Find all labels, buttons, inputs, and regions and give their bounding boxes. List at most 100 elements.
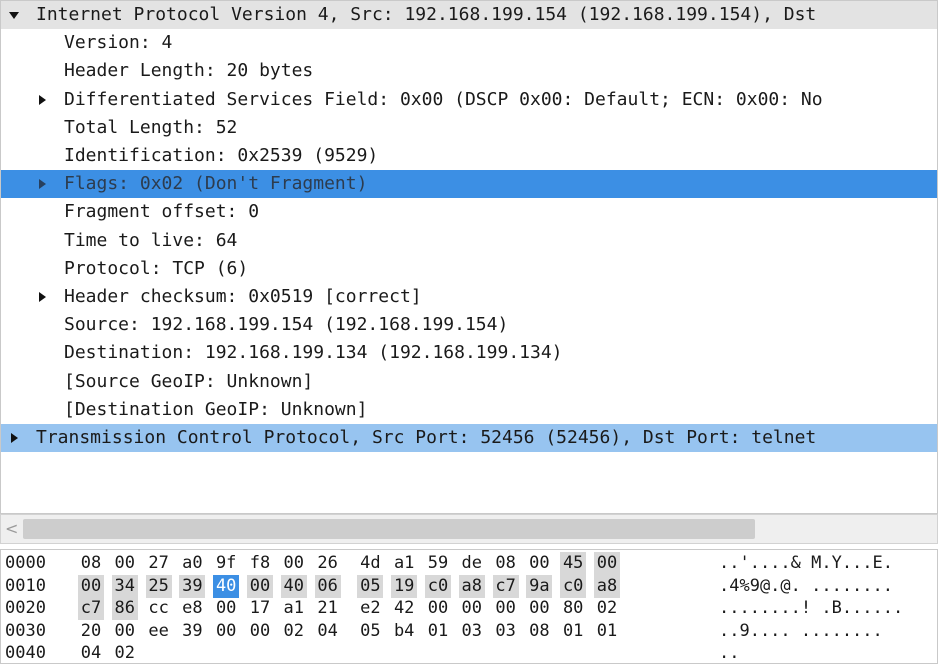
hex-byte[interactable]: a8 (594, 574, 620, 598)
hex-byte[interactable]: 03 (459, 620, 485, 643)
hex-byte[interactable]: 42 (391, 597, 417, 620)
hex-byte[interactable]: 08 (526, 620, 552, 643)
hex-byte[interactable]: e8 (179, 597, 205, 620)
tree-row[interactable]: Protocol: TCP (6) (1, 255, 937, 283)
hex-byte[interactable]: 40 (280, 574, 307, 598)
hex-byte[interactable]: 00 (247, 574, 273, 598)
tree-row-label: Destination: 192.168.199.134 (192.168.19… (64, 342, 563, 364)
hex-byte[interactable]: c7 (492, 574, 519, 598)
hex-byte[interactable]: 9a (526, 574, 553, 598)
hex-byte[interactable]: 05 (357, 620, 383, 643)
hex-byte[interactable]: 00 (247, 620, 273, 643)
hex-byte[interactable]: 27 (146, 552, 172, 575)
hex-byte[interactable]: 00 (425, 597, 451, 620)
tree-row-label: Protocol: TCP (6) (64, 257, 249, 279)
tree-row[interactable]: [Source GeoIP: Unknown] (1, 368, 937, 396)
hex-byte[interactable]: 9f (213, 552, 239, 575)
scroll-left-arrow-icon[interactable]: < (5, 515, 18, 543)
hex-byte[interactable]: 34 (111, 574, 138, 598)
hex-byte[interactable]: e2 (357, 597, 383, 620)
hex-byte[interactable]: 08 (78, 552, 104, 575)
tree-row[interactable]: Total Length: 52 (1, 114, 937, 142)
hex-byte[interactable]: ee (146, 620, 172, 643)
expand-triangle-icon[interactable] (34, 86, 50, 114)
hex-byte[interactable]: 00 (459, 597, 485, 620)
hex-byte[interactable]: 45 (560, 552, 587, 575)
hex-byte[interactable]: c0 (560, 574, 587, 598)
tree-row[interactable]: Fragment offset: 0 (1, 198, 937, 226)
hex-ascii[interactable]: ........! .B...... (719, 597, 903, 620)
tree-row[interactable]: Transmission Control Protocol, Src Port:… (1, 424, 937, 452)
hex-byte[interactable]: cc (146, 597, 172, 620)
hex-byte[interactable]: 01 (560, 620, 586, 643)
hex-byte[interactable]: 04 (315, 620, 341, 643)
hex-byte[interactable]: 00 (213, 620, 239, 643)
hex-byte[interactable]: 00 (213, 597, 239, 620)
tree-row[interactable]: Internet Protocol Version 4, Src: 192.16… (1, 1, 937, 29)
hex-byte[interactable]: 00 (112, 552, 138, 575)
expand-triangle-icon[interactable] (34, 170, 50, 198)
hex-row: 0000 08 00 27 a0 9f f8 00 26 4d a1 59 de 08 00 45 00 ..'.… (1, 552, 937, 575)
hex-byte[interactable]: 02 (112, 642, 138, 663)
hex-byte[interactable]: 01 (425, 620, 451, 643)
hex-byte[interactable]: 17 (247, 597, 273, 620)
horizontal-scrollbar[interactable]: < (0, 514, 938, 544)
hex-byte[interactable]: 39 (179, 620, 205, 643)
hex-byte[interactable]: 19 (391, 574, 418, 598)
expand-triangle-icon[interactable] (6, 424, 22, 452)
hex-byte[interactable]: 00 (78, 574, 104, 598)
hex-ascii[interactable]: ..9.... ........ (719, 620, 883, 643)
hex-byte[interactable]: 06 (314, 574, 341, 598)
hex-byte[interactable]: a0 (179, 552, 205, 575)
tree-row[interactable]: Differentiated Services Field: 0x00 (DSC… (1, 86, 937, 114)
expand-triangle-icon[interactable] (34, 283, 50, 311)
tree-row[interactable]: Header Length: 20 bytes (1, 57, 937, 85)
scrollbar-thumb[interactable] (23, 519, 755, 539)
tree-row[interactable]: [Destination GeoIP: Unknown] (1, 396, 937, 424)
hex-ascii[interactable]: .4%9@.@. ........ (719, 575, 893, 598)
hex-byte[interactable]: 59 (425, 552, 451, 575)
tree-row[interactable]: Time to live: 64 (1, 227, 937, 255)
hex-byte[interactable]: 80 (560, 597, 586, 620)
hex-ascii[interactable]: ..'....& M.Y...E. (719, 552, 893, 575)
hex-byte[interactable]: 4d (357, 552, 383, 575)
hex-row: 0020 c7 86 cc e8 00 17 a1 21 e2 42 00 00 00 00 80 02....… (1, 597, 937, 620)
hex-byte[interactable]: c0 (425, 574, 451, 598)
hex-byte[interactable]: 26 (315, 552, 341, 575)
hex-byte[interactable]: 05 (357, 574, 384, 598)
hex-byte[interactable]: a1 (281, 597, 307, 620)
hex-byte[interactable]: 00 (594, 552, 620, 575)
hex-byte[interactable]: 04 (78, 642, 104, 663)
hex-ascii[interactable]: .. (719, 642, 739, 663)
collapse-triangle-icon[interactable] (6, 1, 22, 29)
hex-byte[interactable]: c7 (78, 597, 104, 620)
hex-byte[interactable]: 00 (493, 597, 519, 620)
hex-byte[interactable]: 40 (213, 574, 240, 598)
tree-row[interactable]: Source: 192.168.199.154 (192.168.199.154… (1, 311, 937, 339)
hex-byte[interactable]: 20 (78, 620, 104, 643)
hex-byte[interactable]: 86 (111, 597, 138, 620)
tree-row[interactable]: Header checksum: 0x0519 [correct] (1, 283, 937, 311)
tree-row[interactable]: Identification: 0x2539 (9529) (1, 142, 937, 170)
hex-byte[interactable]: 08 (493, 552, 519, 575)
hex-byte[interactable]: a8 (458, 574, 485, 598)
hex-byte[interactable]: 03 (493, 620, 519, 643)
hex-byte[interactable]: 02 (594, 597, 620, 620)
hex-byte[interactable]: 00 (526, 552, 552, 575)
hex-byte[interactable]: b4 (391, 620, 417, 643)
hex-byte[interactable]: 25 (145, 574, 172, 598)
hex-byte[interactable]: a1 (391, 552, 417, 575)
hex-byte[interactable]: f8 (247, 552, 273, 575)
hex-byte[interactable]: 00 (281, 552, 307, 575)
tree-row-label: Source: 192.168.199.154 (192.168.199.154… (64, 314, 509, 336)
hex-byte[interactable]: de (459, 552, 485, 575)
tree-row[interactable]: Destination: 192.168.199.134 (192.168.19… (1, 339, 937, 367)
tree-row[interactable]: Flags: 0x02 (Don't Fragment) (1, 170, 937, 199)
hex-byte[interactable]: 01 (594, 620, 620, 643)
hex-byte[interactable]: 21 (315, 597, 341, 620)
hex-byte[interactable]: 02 (281, 620, 307, 643)
hex-byte[interactable]: 00 (112, 620, 138, 643)
hex-byte[interactable]: 39 (179, 574, 206, 598)
tree-row[interactable]: Version: 4 (1, 29, 937, 57)
hex-byte[interactable]: 00 (526, 597, 552, 620)
